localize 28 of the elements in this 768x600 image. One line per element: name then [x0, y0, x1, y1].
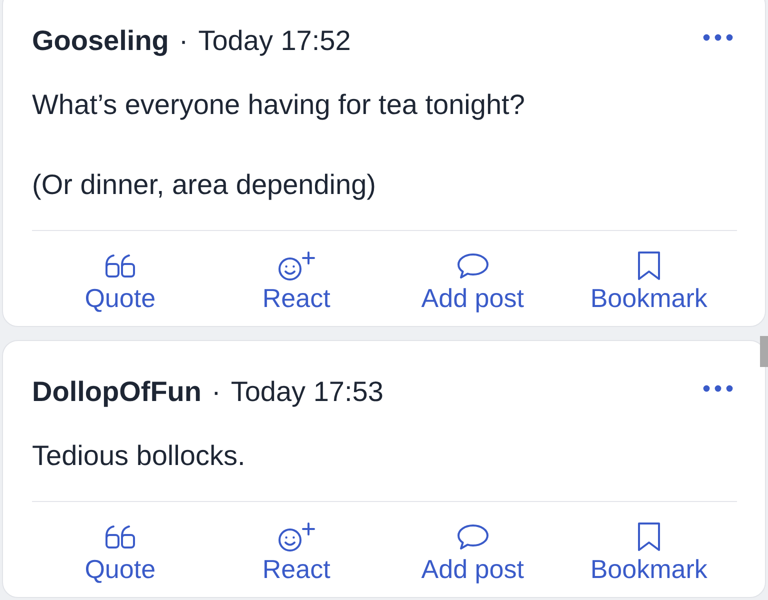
more-options-icon[interactable]: [703, 384, 733, 392]
speech-bubble-icon: [456, 253, 489, 279]
bookmark-icon: [636, 251, 661, 281]
scrollbar-thumb[interactable]: [760, 336, 768, 367]
post-time: Today 17:53: [230, 375, 384, 409]
separator: ·: [178, 24, 188, 58]
quote-marks-icon: [104, 254, 136, 278]
post-text: What’s everyone having for tea tonight?: [32, 88, 526, 122]
smiley-plus-icon: [278, 251, 315, 281]
add-post-button[interactable]: Add post: [421, 251, 524, 313]
author-name[interactable]: DollopOfFun: [32, 374, 202, 410]
separator: ·: [212, 375, 221, 409]
quote-button[interactable]: Quote: [84, 251, 156, 313]
bookmark-button[interactable]: Bookmark: [590, 522, 708, 584]
post-time: Today 17:52: [198, 24, 351, 58]
bookmark-icon: [636, 522, 661, 552]
add-post-button[interactable]: Add post: [421, 522, 524, 584]
more-options-icon[interactable]: [703, 34, 733, 40]
bookmark-button[interactable]: Bookmark: [590, 251, 708, 313]
author-name[interactable]: Gooseling: [32, 23, 169, 59]
post-text: (Or dinner, area depending): [32, 168, 377, 202]
quote-button[interactable]: Quote: [84, 522, 156, 584]
react-button[interactable]: React: [262, 251, 330, 313]
post-text: Tedious bollocks.: [32, 439, 246, 473]
quote-marks-icon: [104, 525, 136, 549]
react-button[interactable]: React: [262, 522, 330, 584]
smiley-plus-icon: [278, 522, 315, 552]
speech-bubble-icon: [456, 524, 489, 550]
